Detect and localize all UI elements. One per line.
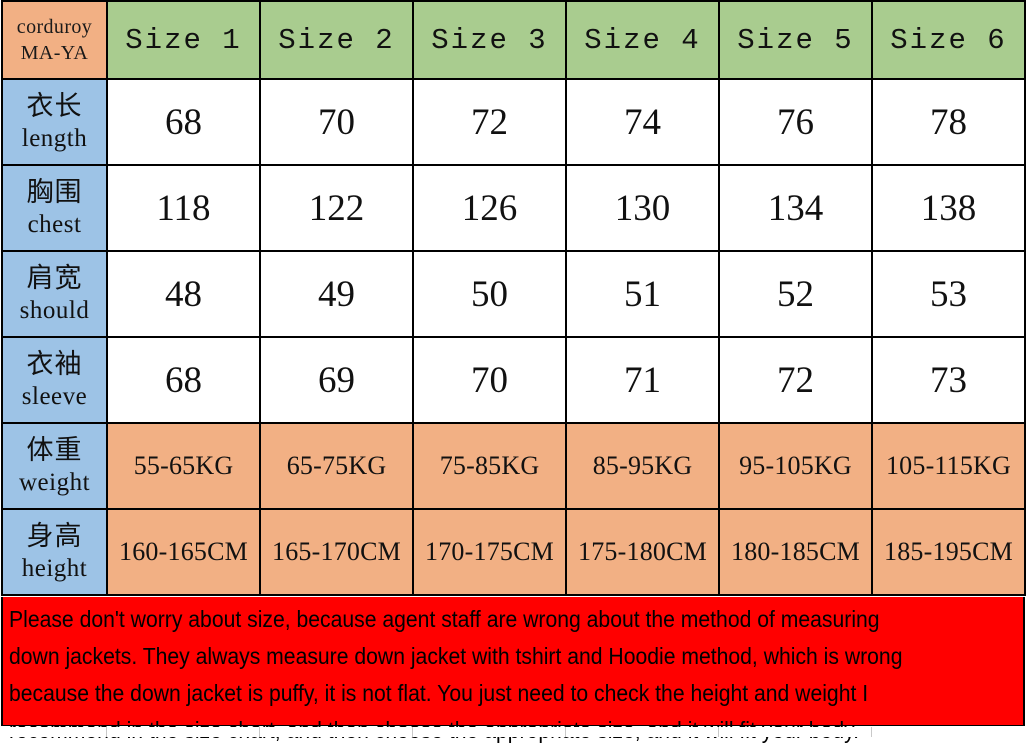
column-divider-6 <box>871 727 872 737</box>
cell-should-size6: 53 <box>871 250 1026 338</box>
row-label-height: 身高 height <box>1 508 108 596</box>
cell-sleeve-size3: 70 <box>412 336 567 424</box>
size-header-6: Size 6 <box>871 0 1026 80</box>
column-divider-1 <box>106 727 107 737</box>
cell-weight-size4: 85-95KG <box>565 422 720 510</box>
cell-sleeve-size6: 73 <box>871 336 1026 424</box>
row-label-cn: 肩宽 <box>26 262 83 293</box>
row-label-cn: 衣袖 <box>26 348 83 379</box>
cell-should-size5: 52 <box>718 250 873 338</box>
table-row: 胸围 chest 118 122 126 130 134 138 <box>1 164 1026 252</box>
size-chart-image: corduroy MA-YA Size 1 Size 2 Size 3 Size 4 Siz… <box>0 0 1030 743</box>
cell-sleeve-size1: 68 <box>106 336 261 424</box>
cell-weight-size3: 75-85KG <box>412 422 567 510</box>
cell-height-size6: 185-195CM <box>871 508 1026 596</box>
row-label-en: should <box>19 297 90 325</box>
brand-subtitle: MA-YA <box>20 42 89 64</box>
cell-should-size1: 48 <box>106 250 261 338</box>
row-label-en: sleeve <box>21 383 88 411</box>
cell-length-size3: 72 <box>412 78 567 166</box>
row-label-en: height <box>21 555 88 583</box>
cell-weight-size1: 55-65KG <box>106 422 261 510</box>
cell-length-size6: 78 <box>871 78 1026 166</box>
cell-weight-size5: 95-105KG <box>718 422 873 510</box>
cell-length-size4: 74 <box>565 78 720 166</box>
size-header-2: Size 2 <box>259 0 414 80</box>
cell-sleeve-size4: 71 <box>565 336 720 424</box>
size-header-5: Size 5 <box>718 0 873 80</box>
cell-sleeve-size2: 69 <box>259 336 414 424</box>
row-label-cn: 胸围 <box>26 176 83 207</box>
cell-height-size2: 165-170CM <box>259 508 414 596</box>
cell-chest-size5: 134 <box>718 164 873 252</box>
cell-sleeve-size5: 72 <box>718 336 873 424</box>
warning-line-2: down jackets. They always measure down j… <box>9 643 903 669</box>
column-divider-4 <box>565 727 566 737</box>
row-label-length: 衣长 length <box>1 78 108 166</box>
table-row: 衣袖 sleeve 68 69 70 71 72 73 <box>1 336 1026 424</box>
cell-height-size3: 170-175CM <box>412 508 567 596</box>
brand-name: corduroy <box>16 15 93 38</box>
row-label-should: 肩宽 should <box>1 250 108 338</box>
cell-length-size1: 68 <box>106 78 261 166</box>
size-header-3: Size 3 <box>412 0 567 80</box>
size-header-1: Size 1 <box>106 0 261 80</box>
row-label-cn: 衣长 <box>26 90 83 121</box>
row-label-en: weight <box>18 469 91 497</box>
row-label-en: length <box>21 125 88 153</box>
table-row: 体重 weight 55-65KG 65-75KG 75-85KG 85-95KG 95-1… <box>1 422 1026 510</box>
table-row: 肩宽 should 48 49 50 51 52 53 <box>1 250 1026 338</box>
cell-height-size1: 160-165CM <box>106 508 261 596</box>
cell-should-size4: 51 <box>565 250 720 338</box>
table-row: 身高 height 160-165CM 165-170CM 170-175CM 175-1… <box>1 508 1026 596</box>
table-header-row: corduroy MA-YA Size 1 Size 2 Size 3 Size 4 Siz… <box>1 0 1026 80</box>
size-chart-table: corduroy MA-YA Size 1 Size 2 Size 3 Size 4 Siz… <box>1 0 1026 596</box>
row-label-chest: 胸围 chest <box>1 164 108 252</box>
cell-height-size4: 175-180CM <box>565 508 720 596</box>
cell-length-size5: 76 <box>718 78 873 166</box>
cell-should-size2: 49 <box>259 250 414 338</box>
row-label-cn: 身高 <box>26 520 83 551</box>
warning-line-3: because the down jacket is puffy, it is … <box>9 680 869 706</box>
column-divider-3 <box>412 727 413 737</box>
table-row: 衣长 length 68 70 72 74 76 78 <box>1 78 1026 166</box>
cell-chest-size2: 122 <box>259 164 414 252</box>
cell-chest-size3: 126 <box>412 164 567 252</box>
size-header-4: Size 4 <box>565 0 720 80</box>
bottom-divider-strip <box>1 727 1025 737</box>
cell-chest-size4: 130 <box>565 164 720 252</box>
row-label-weight: 体重 weight <box>1 422 108 510</box>
warning-line-1: Please don't worry about size, because a… <box>9 606 880 632</box>
column-divider-5 <box>718 727 719 737</box>
brand-corner-cell: corduroy MA-YA <box>1 0 108 80</box>
cell-chest-size6: 138 <box>871 164 1026 252</box>
cell-should-size3: 50 <box>412 250 567 338</box>
row-label-cn: 体重 <box>26 434 83 465</box>
row-label-sleeve: 衣袖 sleeve <box>1 336 108 424</box>
column-divider-2 <box>259 727 260 737</box>
cell-length-size2: 70 <box>259 78 414 166</box>
cell-chest-size1: 118 <box>106 164 261 252</box>
cell-weight-size2: 65-75KG <box>259 422 414 510</box>
row-label-en: chest <box>27 211 82 239</box>
warning-banner: Please don't worry about size, because a… <box>1 597 1025 743</box>
cell-height-size5: 180-185CM <box>718 508 873 596</box>
cell-weight-size6: 105-115KG <box>871 422 1026 510</box>
